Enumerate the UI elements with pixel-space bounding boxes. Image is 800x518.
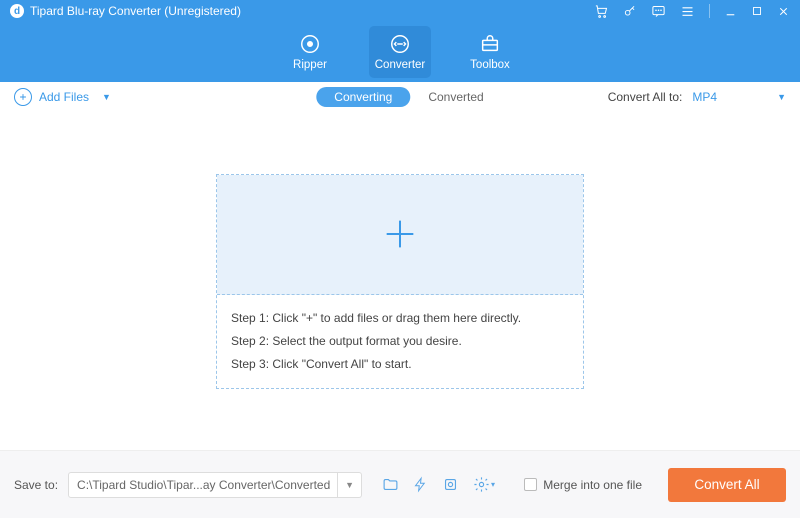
- step-1-text: Step 1: Click "+" to add files or drag t…: [231, 307, 569, 330]
- divider: [709, 4, 710, 18]
- mode-ripper-label: Ripper: [293, 59, 327, 71]
- output-format-dropdown[interactable]: MP4 ▼: [692, 90, 786, 104]
- output-format-value: MP4: [692, 90, 717, 104]
- tab-converting[interactable]: Converting: [316, 87, 410, 107]
- feedback-icon[interactable]: [651, 4, 666, 19]
- close-icon[interactable]: [777, 5, 790, 18]
- save-path-field[interactable]: C:\Tipard Studio\Tipar...ay Converter\Co…: [68, 472, 338, 498]
- plus-circle-icon: [14, 88, 32, 106]
- checkbox-icon: [524, 478, 537, 491]
- gpu-icon[interactable]: [442, 476, 459, 493]
- chevron-down-icon: ▼: [102, 92, 111, 102]
- plus-icon: [380, 214, 420, 254]
- maximize-icon[interactable]: [751, 5, 763, 17]
- mode-toolbox[interactable]: Toolbox: [459, 26, 521, 78]
- save-to-label: Save to:: [14, 478, 58, 492]
- app-logo-icon: d: [10, 4, 24, 18]
- add-files-label: Add Files: [39, 90, 89, 104]
- mode-ripper[interactable]: Ripper: [279, 26, 341, 78]
- merge-label: Merge into one file: [543, 478, 642, 492]
- open-folder-icon[interactable]: [382, 476, 399, 493]
- cart-icon[interactable]: [594, 4, 609, 19]
- key-icon[interactable]: [623, 4, 637, 18]
- speed-icon[interactable]: [413, 476, 428, 493]
- save-path-value: C:\Tipard Studio\Tipar...ay Converter\Co…: [77, 478, 330, 492]
- convert-all-button[interactable]: Convert All: [668, 468, 786, 502]
- chevron-down-icon: ▼: [777, 92, 786, 102]
- window-title: Tipard Blu-ray Converter (Unregistered): [30, 4, 241, 18]
- convert-all-to-label: Convert All to:: [608, 90, 683, 104]
- dropzone-add-area[interactable]: [217, 175, 583, 296]
- dropzone-instructions: Step 1: Click "+" to add files or drag t…: [217, 295, 583, 387]
- mode-toolbox-label: Toolbox: [470, 59, 510, 71]
- step-3-text: Step 3: Click "Convert All" to start.: [231, 353, 569, 376]
- add-files-button[interactable]: Add Files ▼: [14, 88, 111, 106]
- mode-converter[interactable]: Converter: [369, 26, 431, 78]
- settings-icon[interactable]: ▾: [473, 476, 495, 493]
- tab-converted[interactable]: Converted: [428, 90, 483, 104]
- minimize-icon[interactable]: [724, 5, 737, 18]
- save-path-dropdown[interactable]: ▼: [338, 472, 362, 498]
- menu-icon[interactable]: [680, 4, 695, 19]
- dropzone: Step 1: Click "+" to add files or drag t…: [216, 174, 584, 389]
- merge-checkbox[interactable]: Merge into one file: [524, 478, 642, 492]
- mode-converter-label: Converter: [375, 59, 426, 71]
- step-2-text: Step 2: Select the output format you des…: [231, 330, 569, 353]
